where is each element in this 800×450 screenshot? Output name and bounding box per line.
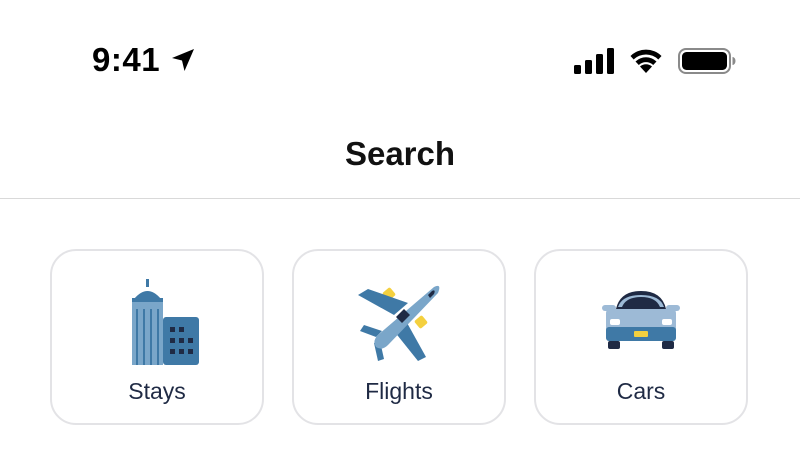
airplane-icon <box>358 285 440 361</box>
cellular-signal-icon <box>574 48 614 74</box>
hotel-building-icon <box>132 279 199 365</box>
flights-card[interactable]: Flights <box>292 249 506 425</box>
battery-icon <box>678 48 736 74</box>
car-icon <box>602 291 680 349</box>
header-divider <box>0 198 800 199</box>
status-bar: 9:41 <box>0 0 800 120</box>
stays-label: Stays <box>128 378 186 404</box>
stays-card[interactable]: Stays <box>50 249 264 425</box>
status-time: 9:41 <box>92 41 161 78</box>
search-screen: 9:41 Search Stays Flights Cars <box>0 0 800 450</box>
page-title: Search <box>344 135 456 172</box>
cars-card[interactable]: Cars <box>534 249 748 425</box>
wifi-icon <box>630 49 662 73</box>
cars-label: Cars <box>616 378 666 404</box>
location-arrow-icon <box>172 49 194 71</box>
flights-label: Flights <box>365 378 433 404</box>
